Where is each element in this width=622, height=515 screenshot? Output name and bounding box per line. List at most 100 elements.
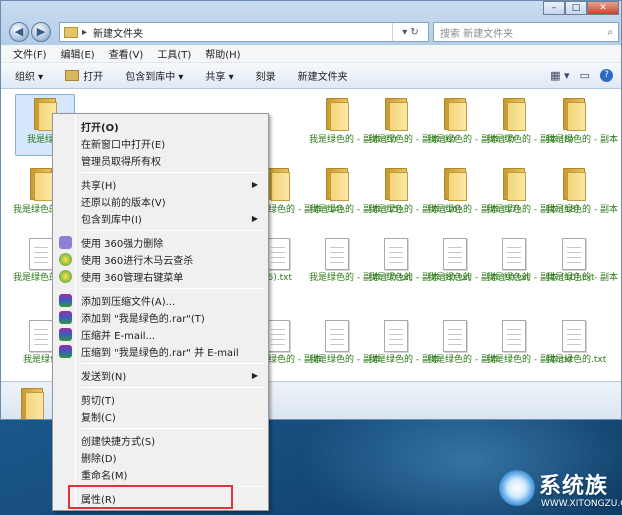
menu-item-open-new-window[interactable]: 在新窗口中打开(E)	[55, 135, 266, 152]
preview-pane-icon[interactable]: ▭	[580, 69, 590, 82]
list-item[interactable]: 我是绿色的 - 副本 (10).txt	[486, 238, 595, 284]
menu-item-share[interactable]: 共享(H) ▶	[55, 176, 266, 193]
item-label: 我是绿色的.txt	[546, 355, 607, 365]
menu-edit[interactable]: 编辑(E)	[61, 46, 95, 61]
menu-item-label: 创建快捷方式(S)	[81, 437, 156, 448]
menu-item-label: 在新窗口中打开(E)	[81, 140, 166, 151]
item-label: 我是绿色的 - 副本 (7).txt	[309, 273, 412, 283]
close-button[interactable]: ✕	[587, 1, 619, 15]
list-item[interactable]: 我是绿色的 - 副本 (7)	[427, 96, 515, 146]
list-item[interactable]: 我是绿色的 - 副本.txt	[486, 320, 573, 366]
list-item[interactable]: 我是绿色的 - 副本 (16)	[368, 166, 462, 216]
folder-icon	[64, 26, 78, 38]
help-icon[interactable]: ?	[600, 69, 613, 82]
list-item[interactable]: 我是绿色的.txt	[546, 320, 607, 366]
list-item[interactable]: 我是绿色的 - 副本 (8)	[486, 96, 574, 146]
text-file-icon	[562, 238, 586, 270]
command-bar: 组织 ▾ 打开 包含到库中 ▾ 共享 ▾ 刻录 新建文件夹 ▦ ▾ ▭ ?	[1, 63, 621, 89]
menu-item-delete[interactable]: 删除(D)	[55, 449, 266, 466]
menu-item-copy[interactable]: 复制(C)	[55, 408, 266, 425]
menu-item-360-delete[interactable]: 使用 360强力删除	[55, 234, 266, 251]
folder-icon	[442, 96, 468, 132]
item-label: 我是绿色的 - 副本 (7)	[427, 135, 515, 145]
back-button[interactable]: ◀	[9, 22, 29, 42]
menu-item-send-to[interactable]: 发送到(N) ▶	[55, 367, 266, 384]
list-item[interactable]: 我是绿色的 - 副本 (17)	[427, 166, 520, 216]
item-label: 我是绿色的 - 副本 (16)	[368, 205, 462, 215]
menu-item-label: 使用 360强力删除	[81, 239, 164, 250]
menu-item-add-rar[interactable]: 添加到 "我是绿色的.rar"(T)	[55, 309, 266, 326]
menu-item-compress-email[interactable]: 压缩并 E-mail...	[55, 326, 266, 343]
chevron-right-icon: ▸	[82, 26, 88, 38]
menu-item-label: 重命名(M)	[81, 471, 128, 482]
submenu-arrow-icon: ▶	[251, 214, 258, 223]
item-label: 我是绿色的 - 副本 (9)	[546, 135, 621, 145]
menu-item-add-archive[interactable]: 添加到压缩文件(A)...	[55, 292, 266, 309]
window-buttons: – □ ✕	[543, 1, 619, 15]
menu-item-label: 添加到 "我是绿色的.rar"(T)	[81, 314, 205, 325]
search-placeholder: 搜索 新建文件夹	[440, 28, 514, 40]
view-options-icon[interactable]: ▦ ▾	[550, 69, 569, 82]
include-in-library-button[interactable]: 包含到库中 ▾	[125, 68, 183, 83]
folder-icon	[324, 166, 350, 202]
text-file-icon	[29, 238, 53, 270]
menu-item-rename[interactable]: 重命名(M)	[55, 466, 266, 483]
menu-tools[interactable]: 工具(T)	[157, 46, 191, 61]
menu-file[interactable]: 文件(F)	[13, 46, 47, 61]
menu-item-cut[interactable]: 剪切(T)	[55, 391, 266, 408]
item-label: 我是绿色的 - 副本	[368, 355, 440, 365]
menu-item-restore-versions[interactable]: 还原以前的版本(V)	[55, 193, 266, 210]
menu-help[interactable]: 帮助(H)	[205, 46, 240, 61]
menu-view[interactable]: 查看(V)	[109, 46, 144, 61]
list-item[interactable]: 我是绿色的 - 副本 (19)	[546, 166, 621, 216]
text-file-icon	[325, 238, 349, 270]
list-item[interactable]: 我是绿色的 - 副本 (8).txt	[368, 238, 471, 284]
menu-item-include-library[interactable]: 包含到库中(I) ▶	[55, 210, 266, 227]
open-button[interactable]: 打开	[65, 68, 103, 83]
organize-button[interactable]: 组织 ▾	[15, 68, 43, 83]
maximize-button[interactable]: □	[565, 1, 587, 15]
menu-item-label: 删除(D)	[81, 454, 117, 465]
menu-item-create-shortcut[interactable]: 创建快捷方式(S)	[55, 432, 266, 449]
menu-item-take-ownership[interactable]: 管理员取得所有权	[55, 152, 266, 169]
text-file-icon	[562, 320, 586, 352]
refresh-button[interactable]: ▾ ↻	[392, 23, 428, 41]
search-input[interactable]: 搜索 新建文件夹 ⌕	[433, 22, 619, 42]
menu-item-label: 包含到库中(I)	[81, 215, 142, 226]
submenu-arrow-icon: ▶	[251, 180, 258, 189]
forward-button[interactable]: ▶	[31, 22, 51, 42]
list-item[interactable]: 我是绿色的 - 副本 (6)	[368, 96, 456, 146]
menu-item-360-scan[interactable]: 使用 360进行木马云查杀	[55, 251, 266, 268]
list-item[interactable]: 我是绿色的 - 副本	[309, 320, 381, 366]
list-item[interactable]: 我是绿色的 - 副本 (9)	[546, 96, 621, 146]
list-item[interactable]: 我是绿色的 - 副本 (18)	[486, 166, 580, 216]
list-item[interactable]: 我是绿色的 - 副本 (5)	[309, 96, 397, 146]
menu-item-compress-rar-email[interactable]: 压缩到 "我是绿色的.rar" 并 E-mail	[55, 343, 266, 360]
folder-icon	[324, 96, 350, 132]
address-bar[interactable]: ▸ 新建文件夹 ▾ ↻	[59, 22, 429, 42]
new-folder-button[interactable]: 新建文件夹	[298, 68, 348, 83]
list-item[interactable]: 我是绿色的 - 副本	[427, 320, 499, 366]
list-item[interactable]: 我是绿色的 - 副本 (9).txt	[427, 238, 530, 284]
list-item[interactable]: 我是绿色的 - 副本 (7).txt	[309, 238, 412, 284]
menu-item-360-manage[interactable]: 使用 360管理右键菜单	[55, 268, 266, 285]
list-item[interactable]: 我是绿色的 - 副本 (11).txt	[546, 238, 621, 284]
menu-item-label: 还原以前的版本(V)	[81, 198, 166, 209]
item-label: 我是绿色的 - 副本 (18)	[486, 205, 580, 215]
folder-icon	[383, 96, 409, 132]
menu-item-open[interactable]: 打开(O)	[55, 118, 266, 135]
share-button[interactable]: 共享 ▾	[205, 68, 233, 83]
watermark-name: 系统族	[539, 474, 609, 499]
list-item[interactable]: 我是绿色的 - 副本	[368, 320, 440, 366]
address-path: 新建文件夹	[93, 28, 144, 40]
item-label: 我是绿色的 - 副本 (15)	[309, 205, 403, 215]
folder-icon	[442, 166, 468, 202]
minimize-button[interactable]: –	[543, 1, 565, 15]
menu-bar: 文件(F) 编辑(E) 查看(V) 工具(T) 帮助(H)	[1, 45, 621, 63]
open-label: 打开	[83, 72, 104, 83]
menu-item-label: 压缩并 E-mail...	[81, 331, 156, 342]
list-item[interactable]: 我是绿色的 - 副本 (15)	[309, 166, 403, 216]
winrar-icon	[59, 311, 72, 324]
burn-button[interactable]: 刻录	[256, 68, 276, 83]
context-menu: 打开(O) 在新窗口中打开(E) 管理员取得所有权 共享(H) ▶ 还原以前的版本…	[52, 113, 269, 511]
